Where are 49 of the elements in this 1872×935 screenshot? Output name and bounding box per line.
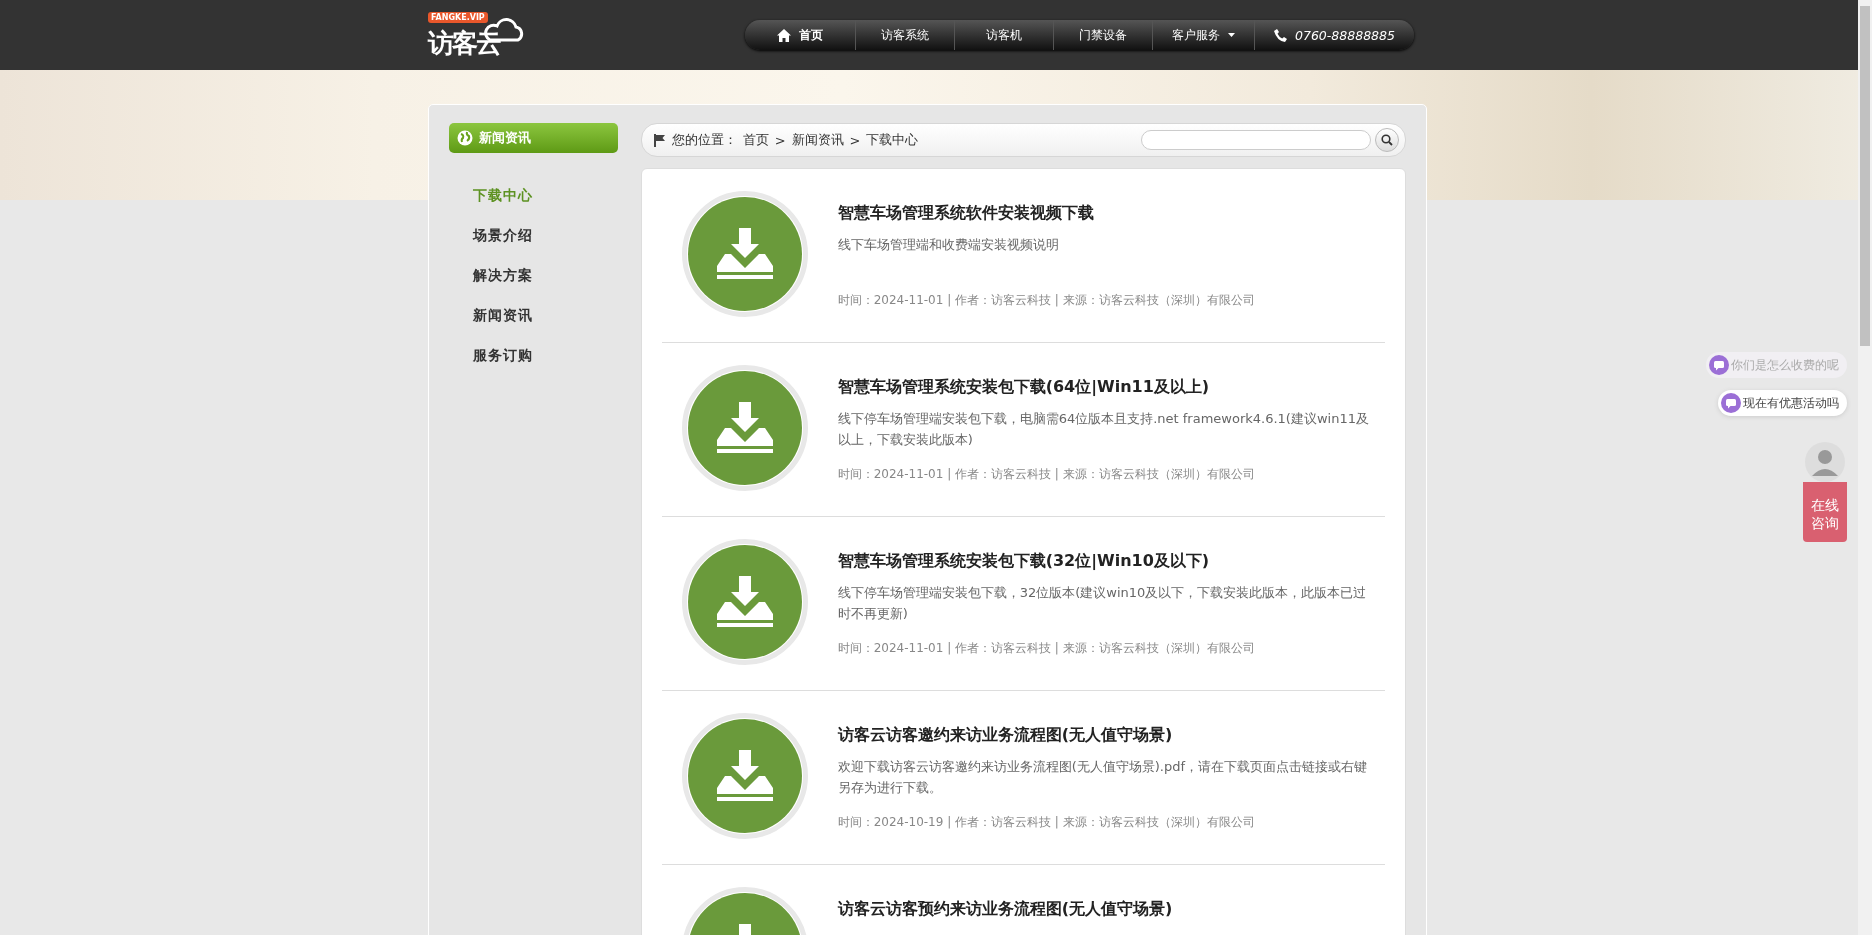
download-icon[interactable] <box>681 539 808 665</box>
nav-link[interactable]: 访客系统 <box>855 20 954 50</box>
article-title[interactable]: 访客云访客邀约来访业务流程图(无人值守场景) <box>837 725 1378 746</box>
breadcrumb-separator: > <box>849 132 861 148</box>
sidebar-item[interactable]: 场景介绍 <box>473 215 533 255</box>
nav-link[interactable]: 门禁设备 <box>1053 20 1152 50</box>
scrollbar[interactable] <box>1858 0 1872 935</box>
avatar-icon <box>1805 442 1845 482</box>
sidebar-item[interactable]: 服务订购 <box>473 335 533 375</box>
article-title[interactable]: 智慧车场管理系统软件安装视频下载 <box>837 203 1378 224</box>
article-summary: 线下停车场管理端安装包下载，32位版本(建议win10及以下，下载安装此版本，此版本已过时不再更新) <box>837 584 1368 623</box>
caret-icon <box>1228 33 1235 37</box>
breadcrumb-link[interactable]: 下载中心 <box>866 131 919 149</box>
search-field[interactable] <box>1141 130 1371 150</box>
phone-icon <box>1274 28 1287 42</box>
download-icon[interactable] <box>681 365 808 491</box>
article-meta: 时间：2024-11-01 | 作者：访客云科技 | 来源：访客云科技（深圳）有限公司 <box>837 292 1256 309</box>
sidebar-item[interactable]: 新闻资讯 <box>473 295 533 335</box>
nav-link[interactable]: 0760-88888885 <box>1254 20 1414 50</box>
article-summary: 线下停车场管理端安装包下载，电脑需64位版本且支持.net framework4.6.1(建议win11及以上，下载安装此版本) <box>837 410 1370 449</box>
sidebar-header: 新闻资讯 <box>449 123 618 153</box>
scrollbar-thumb[interactable] <box>1860 6 1870 346</box>
chat-icon <box>1721 393 1741 413</box>
search-button[interactable] <box>1375 128 1399 152</box>
online-consult-button[interactable]: 在线咨询 <box>1803 482 1847 542</box>
article-title[interactable]: 访客云访客预约来访业务流程图(无人值守场景) <box>837 899 1378 920</box>
breadcrumb-separator: > <box>774 132 786 148</box>
download-icon[interactable] <box>681 191 808 317</box>
article-summary: 欢迎下载访客云访客邀约来访业务流程图(无人值守场景).pdf，请在下载页面点击链接或右键另存为进行下载。 <box>837 758 1368 797</box>
article-title[interactable]: 智慧车场管理系统安装包下载(32位|Win10及以下) <box>837 551 1378 572</box>
article-title[interactable]: 智慧车场管理系统安装包下载(64位|Win11及以上) <box>837 377 1378 398</box>
article-meta: 时间：2024-10-19 | 作者：访客云科技 | 来源：访客云科技（深圳）有限公司 <box>837 814 1256 831</box>
nav-link[interactable]: 首页 <box>745 20 855 50</box>
article-summary: 线下车场管理端和收费端安装视频说明 <box>837 236 1060 254</box>
breadcrumb-link[interactable]: 首页 <box>742 131 769 149</box>
article-meta: 时间：2024-11-01 | 作者：访客云科技 | 来源：访客云科技（深圳）有限公司 <box>837 466 1256 483</box>
nav-link[interactable]: 访客机 <box>954 20 1053 50</box>
search-icon <box>1381 134 1393 146</box>
download-icon[interactable] <box>681 713 808 839</box>
breadcrumb-label: 您的位置： <box>671 131 737 149</box>
quick-question-button[interactable]: 现在有优惠活动吗 <box>1718 390 1847 416</box>
nav-link[interactable]: 客户服务 <box>1152 20 1254 50</box>
article-meta: 时间：2024-11-01 | 作者：访客云科技 | 来源：访客云科技（深圳）有限公司 <box>837 640 1256 657</box>
logo-badge: FANGKE.VIP <box>428 12 488 23</box>
chat-icon <box>1709 355 1729 375</box>
home-icon <box>777 28 791 42</box>
breadcrumb-link[interactable]: 新闻资讯 <box>791 131 844 149</box>
flag-icon <box>653 133 666 147</box>
sidebar-item[interactable]: 解决方案 <box>473 255 533 295</box>
